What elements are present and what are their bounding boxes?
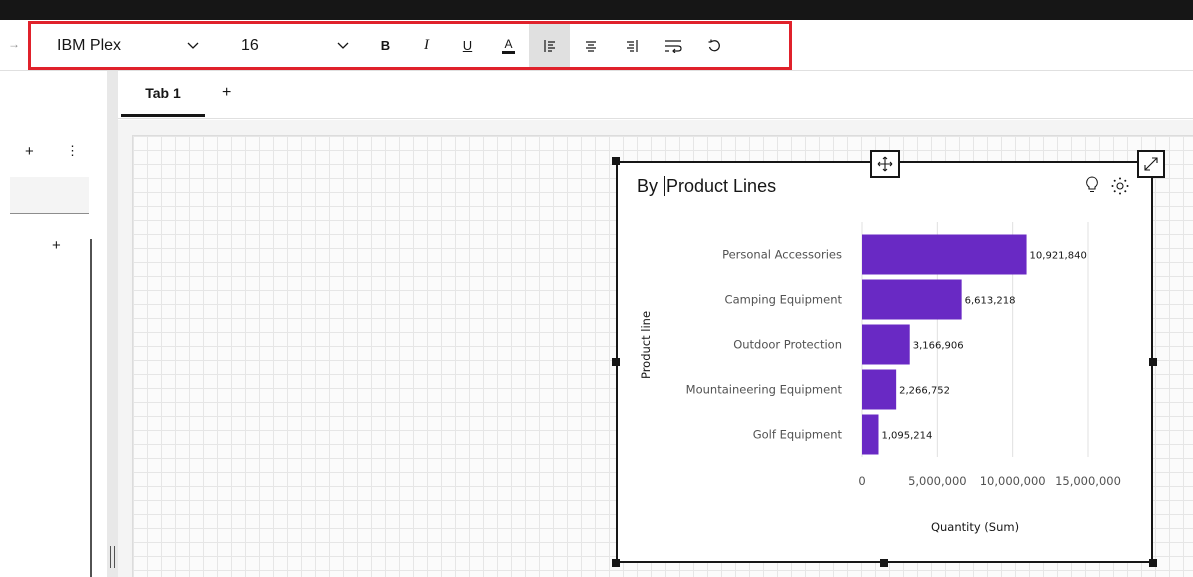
x-tick-label: 5,000,000: [908, 474, 967, 488]
bar: [862, 234, 1027, 275]
drag-handle-icon[interactable]: [110, 546, 115, 568]
data-label: 6,613,218: [965, 296, 1016, 307]
x-tick-label: 0: [858, 474, 865, 488]
panel-input-field[interactable]: [10, 177, 89, 214]
panel-divider: [90, 239, 92, 577]
align-left-icon: [543, 39, 555, 52]
widget-title[interactable]: By Product Lines: [637, 176, 776, 197]
bold-button[interactable]: B: [365, 24, 406, 67]
expand-icon: [1144, 157, 1158, 171]
category-label: Outdoor Protection: [733, 338, 842, 352]
y-axis-title: Product line: [639, 311, 653, 379]
align-center-icon: [585, 40, 596, 52]
reset-button[interactable]: [693, 24, 734, 67]
add-icon[interactable]: +: [25, 143, 34, 160]
tab-1[interactable]: Tab 1: [121, 71, 205, 117]
more-options-icon[interactable]: ⋮: [66, 143, 79, 159]
category-label: Mountaineering Equipment: [686, 383, 843, 397]
italic-button[interactable]: I: [406, 24, 447, 67]
window-top-bar: [0, 0, 1193, 20]
bar: [862, 279, 962, 320]
panel-splitter[interactable]: [107, 71, 118, 577]
move-widget-button[interactable]: [870, 150, 900, 178]
toolbar-row: → IBM Plex 16 B I U A: [0, 20, 1193, 71]
reset-icon: [708, 39, 720, 51]
resize-handle[interactable]: [1149, 358, 1157, 366]
title-text-end: Product Lines: [666, 176, 777, 196]
align-right-icon: [626, 39, 638, 52]
category-label: Personal Accessories: [722, 248, 842, 262]
expand-widget-button[interactable]: [1137, 150, 1165, 178]
data-label: 3,166,906: [913, 341, 964, 352]
italic-icon: I: [424, 37, 429, 53]
data-label: 10,921,840: [1030, 251, 1087, 262]
category-label: Camping Equipment: [725, 293, 843, 307]
font-color-icon: A: [502, 38, 515, 54]
font-color-button[interactable]: A: [488, 24, 529, 67]
title-text-start: By: [637, 176, 664, 196]
lightbulb-icon[interactable]: [1085, 176, 1099, 199]
bar-chart: Personal Accessories 10,921,840 Camping Eq…: [639, 222, 1121, 534]
resize-handle[interactable]: [880, 559, 888, 567]
text-format-toolbar: IBM Plex 16 B I U A: [28, 21, 792, 70]
font-family-dropdown[interactable]: IBM Plex: [31, 24, 215, 67]
bar: [862, 324, 910, 365]
align-left-button[interactable]: [529, 24, 570, 67]
data-label: 1,095,214: [882, 431, 933, 442]
add-tab-button[interactable]: +: [222, 84, 231, 102]
x-axis-title: Quantity (Sum): [931, 520, 1019, 534]
chevron-down-icon: [187, 38, 199, 53]
resize-handle[interactable]: [1149, 559, 1157, 567]
x-tick-label: 15,000,000: [1055, 474, 1121, 488]
left-panel: + ⋮ +: [0, 71, 107, 577]
add-item-icon[interactable]: +: [52, 237, 61, 254]
text-wrap-button[interactable]: [652, 24, 693, 67]
align-right-button[interactable]: [611, 24, 652, 67]
font-family-value: IBM Plex: [57, 36, 122, 54]
resize-handle[interactable]: [612, 157, 620, 165]
bar: [862, 369, 897, 410]
tab-bar: Tab 1 +: [118, 71, 1193, 119]
chevron-down-icon: [337, 38, 349, 53]
data-label: 2,266,752: [899, 386, 950, 397]
collapse-arrow-icon[interactable]: →: [8, 37, 20, 51]
align-center-button[interactable]: [570, 24, 611, 67]
text-wrap-icon: [664, 39, 682, 53]
bold-icon: B: [380, 38, 391, 53]
font-size-value: 16: [241, 36, 259, 54]
category-label: Golf Equipment: [753, 428, 843, 442]
move-icon: [877, 156, 893, 172]
font-size-dropdown[interactable]: 16: [215, 24, 365, 67]
ai-insights-icon[interactable]: [1110, 176, 1130, 201]
text-cursor: [664, 176, 666, 196]
bar: [862, 414, 879, 455]
underline-icon: U: [462, 38, 473, 53]
resize-handle[interactable]: [612, 559, 620, 567]
underline-button[interactable]: U: [447, 24, 488, 67]
font-color-letter: A: [504, 36, 513, 51]
x-tick-label: 10,000,000: [980, 474, 1046, 488]
